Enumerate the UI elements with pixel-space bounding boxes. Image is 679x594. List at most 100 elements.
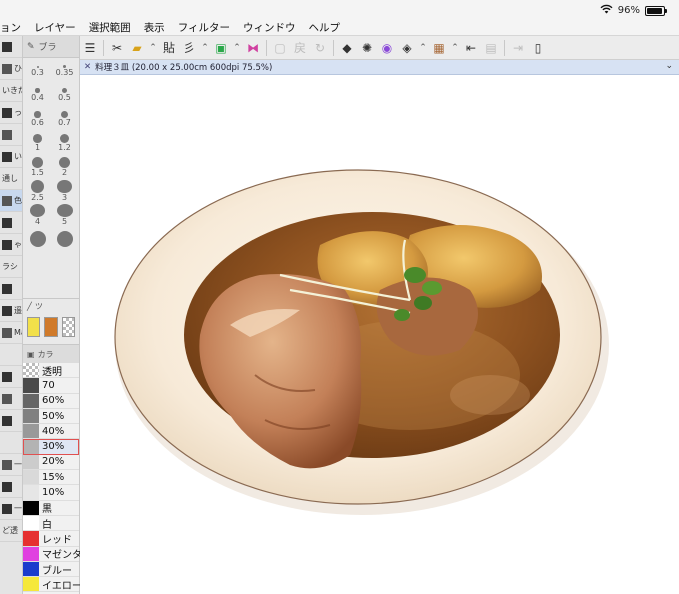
color-set-item[interactable]: イエロー <box>23 577 82 593</box>
tool-list-item[interactable] <box>0 388 22 410</box>
color-set-item[interactable]: 60% <box>23 393 79 409</box>
chevron-icon[interactable]: ⌃ <box>419 39 428 56</box>
menu-item[interactable]: 選択範囲 <box>89 20 131 35</box>
color-set-item[interactable]: 白 <box>23 515 79 532</box>
color-chip <box>23 577 39 592</box>
tool-list-item[interactable]: っ入れ <box>0 102 22 124</box>
tool-list-item[interactable]: ど透 <box>0 520 22 542</box>
fill-icon[interactable]: ◆ <box>339 39 356 56</box>
tool-list-item[interactable]: ひ図 <box>0 58 22 80</box>
tool-list-item[interactable] <box>0 344 22 366</box>
brush-size-option[interactable] <box>51 228 78 250</box>
close-icon[interactable]: ✕ <box>84 62 91 72</box>
tool-list-item[interactable]: 遥 <box>0 300 22 322</box>
tool-list-item[interactable] <box>0 212 22 234</box>
color-set-item[interactable]: レッド <box>23 531 79 547</box>
color-set-item[interactable]: 70 <box>23 378 79 394</box>
brush-size-option[interactable]: 0.3 <box>24 60 51 82</box>
tool-list-item[interactable] <box>0 476 22 498</box>
chevron-icon[interactable]: ⌃ <box>149 39 158 56</box>
menu-item[interactable]: 表示 <box>144 20 165 35</box>
menu-item[interactable]: フィルター <box>178 20 230 35</box>
sub-color-swatch[interactable] <box>44 317 58 337</box>
brush-size-option[interactable]: 1.2 <box>51 132 78 154</box>
tool-list-item[interactable]: い形 <box>0 146 22 168</box>
cut-icon[interactable]: ✂ <box>109 39 126 56</box>
menu-item[interactable]: ョン <box>0 20 21 35</box>
brush-size-option[interactable]: 5 <box>51 204 78 226</box>
brush-size-option[interactable]: 0.35 <box>51 60 78 82</box>
color-set-item[interactable]: 20% <box>23 454 79 471</box>
settings-icon[interactable]: ▯ <box>530 39 547 56</box>
chevron-icon[interactable]: ⌃ <box>451 39 460 56</box>
brush-size-option[interactable]: 0.6 <box>24 108 51 130</box>
brush-size-label: 2.5 <box>31 193 44 202</box>
tool-list-item[interactable] <box>0 410 22 432</box>
layers-icon[interactable]: ◈ <box>399 39 416 56</box>
flip-icon[interactable]: ⧓ <box>245 39 262 56</box>
color-set-item[interactable]: 10% <box>23 485 79 501</box>
tool-list-item[interactable]: いきだ <box>0 80 22 102</box>
color-grid-icon[interactable]: ▦ <box>431 39 448 56</box>
selection-icon[interactable]: ✺ <box>359 39 376 56</box>
clear-icon[interactable]: ▢ <box>272 39 289 56</box>
chevron-icon[interactable]: ⌃ <box>233 39 242 56</box>
paste-button[interactable]: 貼 <box>161 39 178 56</box>
grid-icon[interactable]: ▤ <box>483 39 500 56</box>
brush-size-option[interactable]: 0.5 <box>51 84 78 106</box>
drawing-canvas[interactable] <box>80 75 679 594</box>
main-color-swatch[interactable] <box>27 317 41 337</box>
color-chip <box>23 485 39 500</box>
brush-size-option[interactable]: 2 <box>51 156 78 178</box>
brush-size-option[interactable]: 1.5 <box>24 156 51 178</box>
tool-list-item[interactable]: 通し <box>0 168 22 190</box>
export-icon[interactable]: ⇥ <box>510 39 527 56</box>
tool-list-item[interactable]: 色取 <box>0 190 22 212</box>
redo-icon[interactable]: ↻ <box>312 39 329 56</box>
tool-list-item[interactable] <box>0 278 22 300</box>
brush-size-option[interactable]: 2.5 <box>24 180 51 202</box>
tool-list-item[interactable] <box>0 432 22 454</box>
tool-list-item[interactable]: ゃ6 <box>0 234 22 256</box>
undo-button[interactable]: 戻 <box>292 39 309 56</box>
tool-list-item[interactable] <box>0 36 22 58</box>
color-set-item[interactable]: 50% <box>23 408 79 425</box>
brush-size-option[interactable]: 3 <box>51 180 78 202</box>
stack-icon[interactable]: ◉ <box>379 39 396 56</box>
color-label: 70 <box>42 379 55 391</box>
color-set-item[interactable]: 30% <box>23 439 79 455</box>
color-set-item[interactable]: 40% <box>23 424 79 440</box>
transform-text-icon[interactable]: 彡 <box>181 39 198 56</box>
color-panel: ╱ ツ <box>23 298 80 344</box>
color-set-item[interactable]: 15% <box>23 470 79 486</box>
color-set-item[interactable]: 黒 <box>23 500 79 516</box>
menu-item[interactable]: ヘルプ <box>308 20 340 35</box>
tool-list-item[interactable]: Mail <box>0 322 22 344</box>
transparent-color-swatch[interactable] <box>61 317 75 337</box>
tool-icon <box>2 63 12 74</box>
menu-item[interactable]: ウィンドウ <box>243 20 296 35</box>
tool-list-item[interactable]: ラシ <box>0 256 22 278</box>
color-set-item[interactable]: 透明 <box>23 363 79 379</box>
brush-size-option[interactable]: 4 <box>24 204 51 226</box>
color-set-item[interactable]: マゼンタ <box>23 546 82 562</box>
new-layer-icon[interactable]: ▣ <box>213 39 230 56</box>
menu-icon[interactable]: ☰ <box>82 39 99 56</box>
tool-list-item[interactable]: 一形 <box>0 498 22 520</box>
tool-list-item[interactable] <box>0 124 22 146</box>
tool-list-item[interactable] <box>0 366 22 388</box>
color-label: 白 <box>42 519 52 531</box>
chevron-down-icon[interactable]: ⌄ <box>665 61 673 71</box>
brush-size-option[interactable]: 0.7 <box>51 108 78 130</box>
menu-item[interactable]: レイヤー <box>34 20 76 35</box>
color-set-item[interactable]: ブルー <box>23 561 79 578</box>
open-folder-icon[interactable]: ▰ <box>129 39 146 56</box>
brush-size-option[interactable]: 0.4 <box>24 84 51 106</box>
color-chip <box>23 393 39 408</box>
brush-size-option[interactable]: 1 <box>24 132 51 154</box>
tool-list-item[interactable]: 一蔵 <box>0 454 22 476</box>
document-tab[interactable]: ✕ 料理３皿 (20.00 x 25.00cm 600dpi 75.5%) ⌄ <box>80 60 679 75</box>
import-icon[interactable]: ⇤ <box>463 39 480 56</box>
chevron-icon[interactable]: ⌃ <box>201 39 210 56</box>
brush-size-option[interactable] <box>24 228 51 250</box>
